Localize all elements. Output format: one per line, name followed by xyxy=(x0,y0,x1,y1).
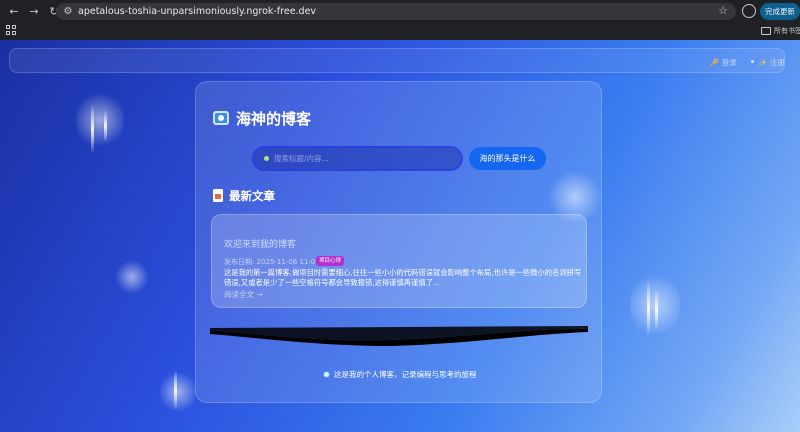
background-glow xyxy=(115,260,149,294)
post-tag-badge[interactable]: 项目心得 xyxy=(316,256,345,266)
search-input[interactable] xyxy=(274,151,454,166)
search-box xyxy=(253,147,462,170)
search-button[interactable]: 海的那头是什么 xyxy=(469,147,546,170)
back-arrow-icon[interactable]: ← xyxy=(6,3,22,19)
light-beam xyxy=(104,110,107,142)
search-dot-icon xyxy=(264,156,269,161)
apps-grid-icon[interactable] xyxy=(6,25,16,35)
bookmarks-bar: 所有书签 xyxy=(0,22,800,40)
url-text: apetalous-toshia-unparsimoniously.ngrok-… xyxy=(78,6,317,17)
main-card: 海神的博客 海的那头是什么 最新文章 欢迎来到我的博客 发布日期: 2025-1… xyxy=(195,81,602,403)
post-excerpt: 这是我的第一篇博客,做项目时需要细心,往往一些小小的代码错误就会影响整个布局,也… xyxy=(224,268,582,287)
address-bar[interactable]: ⚙ apetalous-toshia-unparsimoniously.ngro… xyxy=(56,3,736,20)
background-glow xyxy=(76,90,124,150)
post-title[interactable]: 欢迎来到我的博客 xyxy=(224,237,296,250)
blog-logo-icon xyxy=(213,111,229,125)
document-icon xyxy=(213,189,223,202)
browser-chrome: ← → ↻ ⚙ apetalous-toshia-unparsimoniousl… xyxy=(0,0,800,40)
page-viewport: 🔑 登录 ✨ 注册 海神的博客 海的那头是什么 最新文章 欢迎来到我的博客 发布… xyxy=(0,40,800,432)
section-title: 最新文章 xyxy=(229,189,275,203)
footer-text: 这是我的个人博客，记录编程与思考的旅程 xyxy=(334,370,477,379)
site-title: 海神的博客 xyxy=(236,110,312,128)
site-info-icon[interactable]: ⚙ xyxy=(60,4,76,20)
register-link[interactable]: ✨ 注册 xyxy=(758,57,785,68)
all-bookmarks-link[interactable]: 所有书签 xyxy=(774,26,800,36)
background-glow xyxy=(160,370,196,414)
bookmark-star-icon[interactable]: ☆ xyxy=(718,4,728,17)
profile-icon[interactable] xyxy=(742,4,756,18)
post-card[interactable]: 欢迎来到我的博客 发布日期: 2025-11-06 11:03 项目心得 这是我… xyxy=(211,214,587,308)
folder-icon xyxy=(761,27,771,35)
nav-separator xyxy=(751,60,754,63)
login-link[interactable]: 🔑 登录 xyxy=(710,57,737,68)
wave-emoji-icon xyxy=(323,371,330,378)
update-button[interactable]: 完成更新 xyxy=(760,3,800,20)
forward-arrow-icon[interactable]: → xyxy=(26,3,42,19)
top-navbar: 🔑 登录 ✨ 注册 xyxy=(9,48,785,73)
read-more-link[interactable]: 阅读全文 → xyxy=(224,289,263,300)
wave-divider xyxy=(210,326,588,346)
light-beam xyxy=(91,104,94,154)
light-beam xyxy=(174,370,177,410)
post-date: 发布日期: 2025-11-06 11:03 xyxy=(224,258,320,266)
light-beam xyxy=(655,290,658,330)
light-beam xyxy=(647,280,650,336)
